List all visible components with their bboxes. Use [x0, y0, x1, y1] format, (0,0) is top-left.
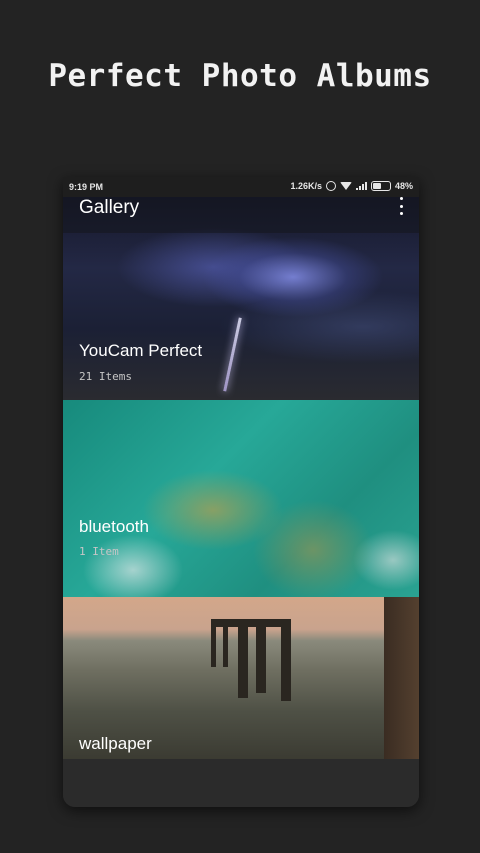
alarm-icon: [325, 181, 336, 191]
album-card-wallpaper[interactable]: wallpaper: [63, 597, 419, 759]
pier-post: [256, 623, 266, 693]
phone-screen: 9:19 PM 1.26K/s 48% Gallery YouCam Perfe…: [63, 177, 419, 807]
album-name: bluetooth: [79, 517, 149, 536]
promo-title: Perfect Photo Albums: [48, 58, 432, 94]
pier-post: [238, 623, 248, 698]
album-count: 1 Item: [79, 545, 119, 558]
battery-icon: [370, 181, 391, 191]
pier-image-detail: [211, 619, 291, 627]
wifi-icon: [339, 182, 352, 190]
album-name: wallpaper: [79, 734, 152, 753]
app-title: Gallery: [79, 197, 140, 218]
empty-area: [63, 759, 419, 807]
app-bar: Gallery: [63, 197, 419, 233]
signal-icon: [355, 182, 367, 190]
lightning-image-detail: [223, 317, 242, 392]
pillar-image-detail: [384, 597, 419, 759]
pier-post: [223, 627, 228, 667]
more-vert-icon[interactable]: [397, 197, 405, 215]
pier-post: [281, 623, 291, 701]
status-time: 9:19 PM: [69, 182, 104, 192]
album-name: YouCam Perfect: [79, 341, 203, 360]
album-card-bluetooth[interactable]: bluetooth 1 Item: [63, 400, 419, 597]
pier-post: [211, 627, 216, 667]
status-bar: 9:19 PM 1.26K/s 48%: [63, 177, 419, 197]
battery-level: 48%: [394, 181, 413, 191]
album-count: 21 Items: [79, 370, 132, 383]
network-speed: 1.26K/s: [290, 181, 322, 191]
